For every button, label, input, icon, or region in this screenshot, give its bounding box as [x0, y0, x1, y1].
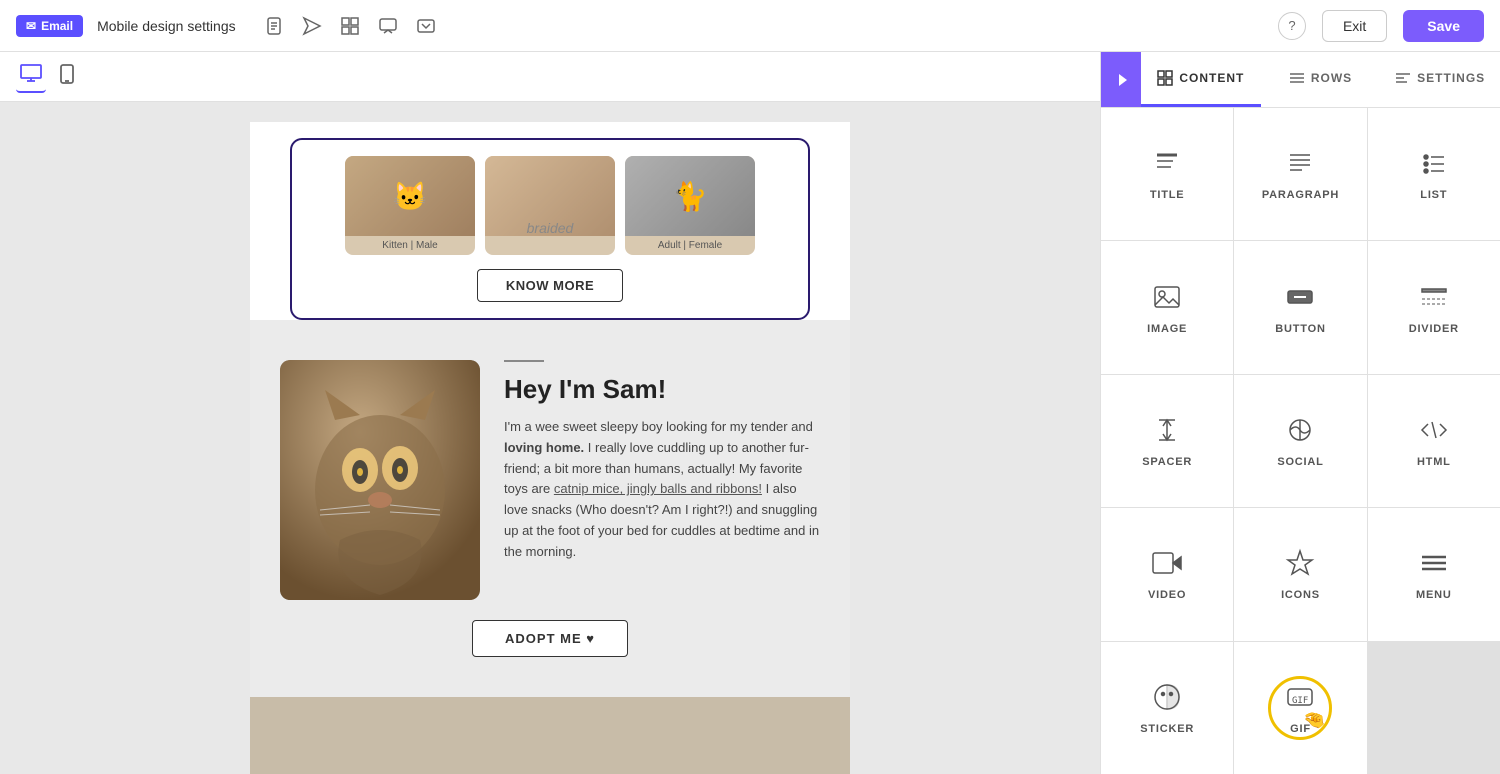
bio-divider: [504, 360, 544, 362]
chat-icon[interactable]: [378, 16, 398, 36]
sticker-label: STICKER: [1140, 723, 1194, 735]
cat-card-2: braided: [485, 156, 615, 255]
image-icon: [1151, 281, 1183, 313]
bio-name: Hey I'm Sam!: [504, 374, 820, 405]
content-item-button[interactable]: BUTTON: [1234, 241, 1366, 373]
button-label: BUTTON: [1275, 323, 1325, 335]
list-label: LIST: [1420, 189, 1447, 201]
html-icon: [1418, 414, 1450, 446]
right-tabs: CONTENT ROWS SETTINGS: [1101, 52, 1500, 108]
paragraph-icon: [1284, 147, 1316, 179]
spacer-icon: [1151, 414, 1183, 446]
button-icon: [1284, 281, 1316, 313]
bio-description: I'm a wee sweet sleepy boy looking for m…: [504, 417, 820, 563]
tab-rows[interactable]: ROWS: [1261, 52, 1381, 107]
gif-icon: GIF: [1284, 681, 1316, 713]
email-label: Email: [41, 19, 73, 33]
menu-icon: [1418, 547, 1450, 579]
tab-content[interactable]: CONTENT: [1141, 52, 1261, 107]
help-button[interactable]: ?: [1278, 12, 1306, 40]
link-icon[interactable]: [416, 16, 436, 36]
email-icon: ✉: [26, 19, 36, 33]
divider-label: DIVIDER: [1409, 323, 1459, 335]
sticker-icon: [1151, 681, 1183, 713]
right-panel: CONTENT ROWS SETTINGS TITLE: [1100, 52, 1500, 774]
video-icon: [1151, 547, 1183, 579]
svg-text:🐾: 🐾: [545, 727, 572, 752]
content-item-title[interactable]: TITLE: [1101, 108, 1233, 240]
svg-text:🐾: 🐾: [575, 741, 597, 761]
document-icon[interactable]: [264, 16, 284, 36]
content-item-sticker[interactable]: STICKER: [1101, 642, 1233, 774]
content-item-spacer[interactable]: SPACER: [1101, 375, 1233, 507]
content-item-image[interactable]: IMAGE: [1101, 241, 1233, 373]
cat-card-1: 🐱 Kitten | Male: [345, 156, 475, 255]
social-label: SOCIAL: [1277, 456, 1323, 468]
content-item-html[interactable]: HTML: [1368, 375, 1500, 507]
desktop-device-icon[interactable]: [16, 60, 46, 93]
toys-link[interactable]: catnip mice, jingly balls and ribbons!: [554, 481, 762, 496]
content-items-grid: TITLE PARAGRAPH LIST IM: [1101, 108, 1500, 774]
cat-cards-row: 🐱 Kitten | Male braided 🐈: [308, 156, 792, 255]
panel-toggle[interactable]: [1101, 52, 1141, 107]
cat-card-3: 🐈 Adult | Female: [625, 156, 755, 255]
title-icon: [1151, 147, 1183, 179]
cat-card-label-2: [485, 236, 615, 244]
bio-cat-image: [280, 360, 480, 600]
image-label: IMAGE: [1147, 323, 1187, 335]
video-label: VIDEO: [1148, 589, 1186, 601]
mobile-device-icon[interactable]: [56, 60, 78, 93]
list-icon: [1418, 147, 1450, 179]
paw-section: 🐾 🐾 🐾: [250, 697, 850, 774]
toolbar-right: ? Exit Save: [1278, 10, 1484, 42]
content-item-gif[interactable]: GIF GIF 🤏: [1234, 642, 1366, 774]
content-item-video[interactable]: VIDEO: [1101, 508, 1233, 640]
toolbar: ✉ Email Mobile design settings ? Exit Sa…: [0, 0, 1500, 52]
tab-settings-label: SETTINGS: [1417, 71, 1485, 85]
content-item-social[interactable]: SOCIAL: [1234, 375, 1366, 507]
social-icon: [1284, 414, 1316, 446]
bio-text: Hey I'm Sam! I'm a wee sweet sleepy boy …: [504, 360, 820, 563]
tab-content-label: CONTENT: [1179, 71, 1244, 85]
content-item-list[interactable]: LIST: [1368, 108, 1500, 240]
email-badge[interactable]: ✉ Email: [16, 15, 83, 37]
toolbar-icons: [264, 16, 436, 36]
bio-inner: Hey I'm Sam! I'm a wee sweet sleepy boy …: [280, 360, 820, 600]
html-label: HTML: [1417, 456, 1451, 468]
icons-icon: [1284, 547, 1316, 579]
page-title: Mobile design settings: [97, 18, 236, 34]
cat-card-label-3: Adult | Female: [625, 236, 755, 255]
svg-text:GIF: GIF: [1292, 696, 1308, 706]
spacer-label: SPACER: [1142, 456, 1192, 468]
cat-card-img-3: 🐈: [625, 156, 755, 236]
know-more-button[interactable]: KNOW MORE: [477, 269, 623, 302]
content-item-divider[interactable]: DIVIDER: [1368, 241, 1500, 373]
content-item-paragraph[interactable]: PARAGRAPH: [1234, 108, 1366, 240]
gif-label: GIF: [1290, 723, 1311, 735]
send-icon[interactable]: [302, 16, 322, 36]
device-bar: [0, 52, 1100, 102]
cat-card-label-1: Kitten | Male: [345, 236, 475, 255]
content-item-icons[interactable]: ICONS: [1234, 508, 1366, 640]
email-canvas: 🐱 Kitten | Male braided 🐈: [250, 122, 850, 774]
paragraph-label: PARAGRAPH: [1262, 189, 1339, 201]
bio-section: Hey I'm Sam! I'm a wee sweet sleepy boy …: [250, 320, 850, 697]
svg-text:🐾: 🐾: [500, 727, 535, 759]
divider-icon: [1418, 281, 1450, 313]
cat-card-img-2: braided: [485, 156, 615, 236]
menu-label: MENU: [1416, 589, 1452, 601]
tab-rows-label: ROWS: [1311, 71, 1352, 85]
adopt-me-button[interactable]: ADOPT ME ♥: [472, 620, 628, 657]
canvas-area: 🐱 Kitten | Male braided 🐈: [0, 52, 1100, 774]
icons-label: ICONS: [1281, 589, 1320, 601]
cat-card-img-1: 🐱: [345, 156, 475, 236]
save-button[interactable]: Save: [1403, 10, 1484, 42]
main-area: 🐱 Kitten | Male braided 🐈: [0, 52, 1500, 774]
tab-settings[interactable]: SETTINGS: [1380, 52, 1500, 107]
title-label: TITLE: [1150, 189, 1185, 201]
content-item-menu[interactable]: MENU: [1368, 508, 1500, 640]
cat-cards-section: 🐱 Kitten | Male braided 🐈: [290, 138, 810, 320]
exit-button[interactable]: Exit: [1322, 10, 1387, 42]
grid-icon[interactable]: [340, 16, 360, 36]
